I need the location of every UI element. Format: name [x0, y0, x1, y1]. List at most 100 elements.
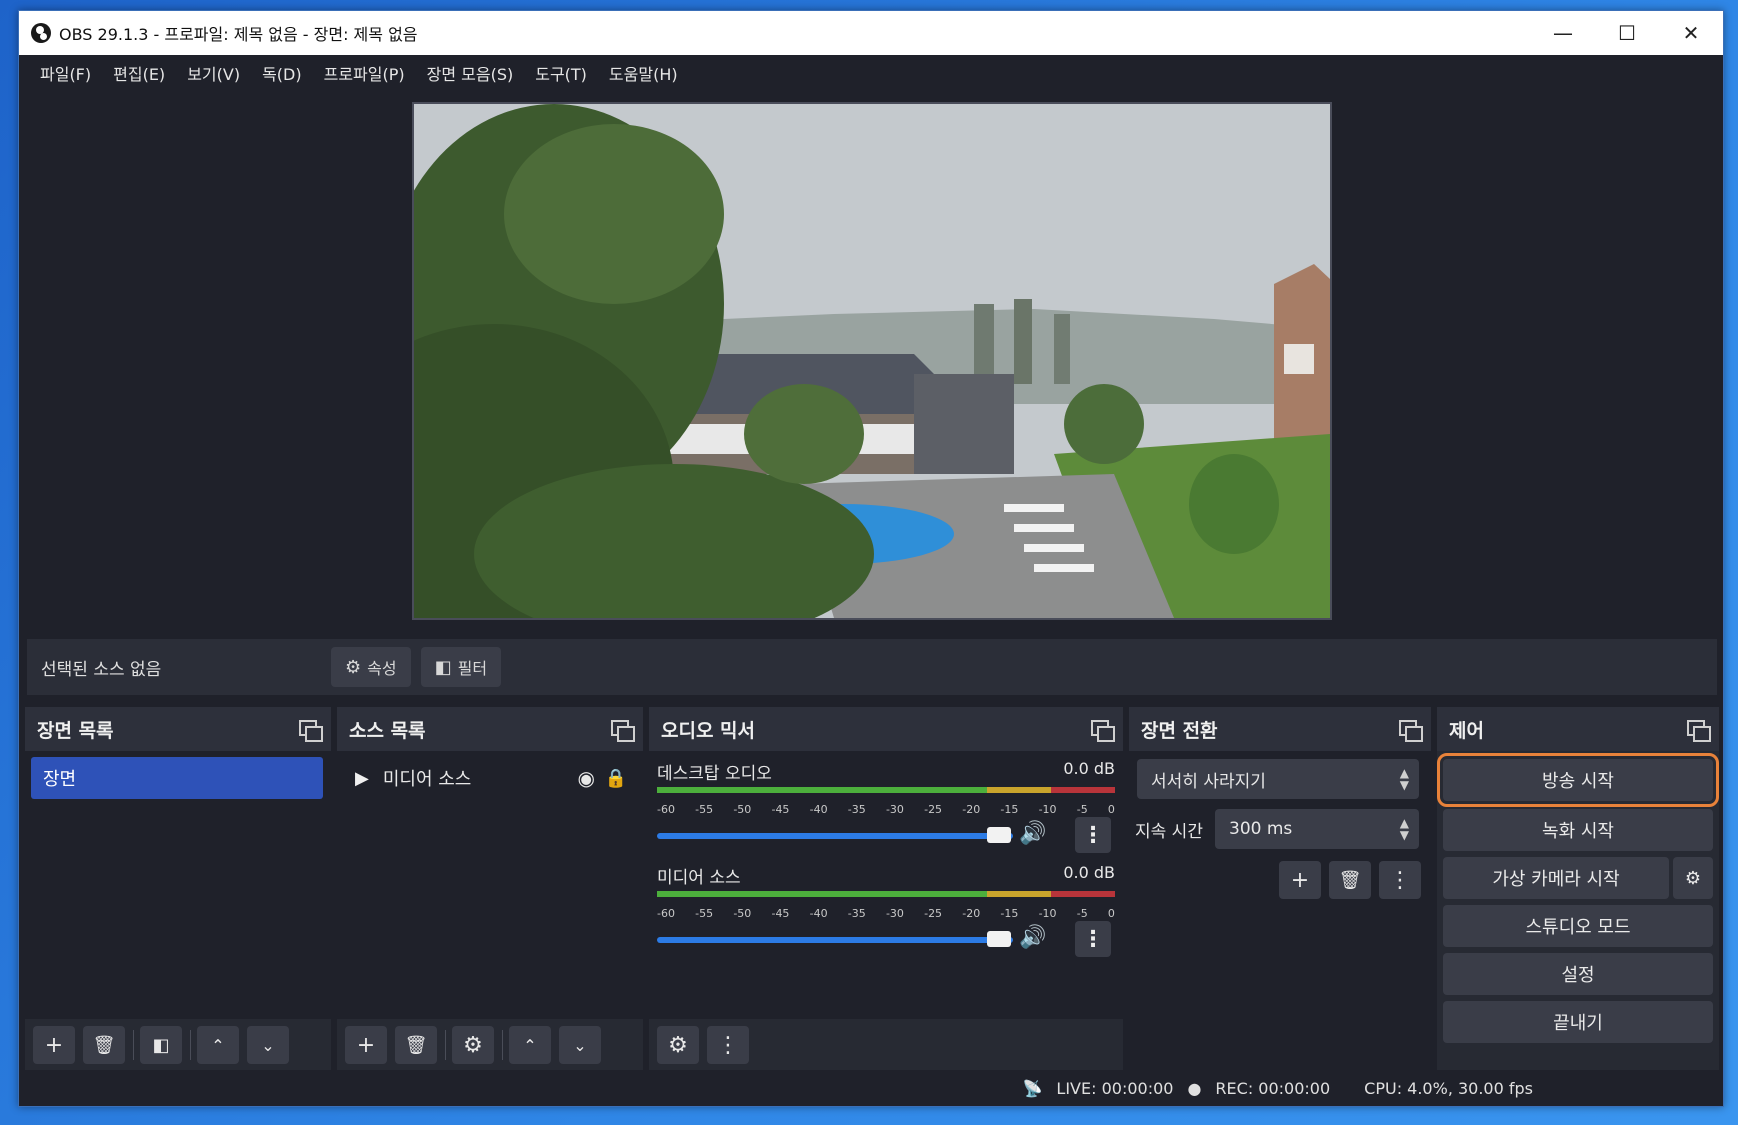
volume-meter	[657, 891, 1115, 897]
move-source-up-button[interactable]: ⌃	[509, 1026, 551, 1064]
preview-image	[414, 104, 1330, 618]
sources-dock: 소스 목록 ▶ 미디어 소스 ◉ 🔒 + 🗑 ⚙ ⌃ ⌄	[337, 707, 643, 1071]
dock-float-icon[interactable]	[1399, 720, 1423, 742]
add-transition-button[interactable]: +	[1279, 861, 1321, 899]
obs-window: OBS 29.1.3 - 프로파일: 제목 없음 - 장면: 제목 없음 — ☐…	[18, 10, 1724, 1107]
move-source-down-button[interactable]: ⌄	[559, 1026, 601, 1064]
menu-bar: 파일(F) 편집(E) 보기(V) 독(D) 프로파일(P) 장면 모음(S) …	[19, 55, 1723, 91]
speaker-icon[interactable]: 🔊	[1019, 821, 1046, 846]
transition-menu-button[interactable]: ⋮	[1379, 861, 1421, 899]
chevron-down-icon: ⌄	[261, 1035, 275, 1055]
menu-tools[interactable]: 도구(T)	[524, 61, 598, 85]
scenes-dock: 장면 목록 장면 + 🗑 ◧ ⌃ ⌄	[25, 707, 331, 1071]
visibility-eye-icon[interactable]: ◉	[578, 766, 595, 790]
scene-transitions-dock: 장면 전환 서서히 사라지기 ▲ ▼ 지속 시간 300 ms ▲ ▼ + 🗑 ⋮	[1129, 707, 1431, 1071]
menu-view[interactable]: 보기(V)	[176, 61, 251, 85]
source-properties-button[interactable]: ⚙	[452, 1026, 494, 1064]
mixer-toolbar: ⚙ ⋮	[649, 1019, 1123, 1071]
duration-value: 300 ms	[1229, 819, 1293, 839]
menu-profile[interactable]: 프로파일(P)	[313, 61, 416, 85]
minimize-button[interactable]: —	[1531, 11, 1595, 55]
source-item-label: 미디어 소스	[382, 769, 472, 790]
dock-float-icon[interactable]	[1687, 720, 1711, 742]
scene-filters-button[interactable]: ◧	[140, 1026, 182, 1064]
volume-slider[interactable]	[657, 937, 1013, 943]
status-bar: 📡 LIVE: 00:00:00 ● REC: 00:00:00 CPU: 4.…	[19, 1070, 1723, 1106]
gear-icon: ⚙	[463, 1032, 483, 1058]
speaker-icon[interactable]: 🔊	[1019, 925, 1046, 950]
add-scene-button[interactable]: +	[33, 1026, 75, 1064]
advanced-audio-button[interactable]: ⚙	[657, 1026, 699, 1064]
remove-scene-button[interactable]: 🗑	[83, 1026, 125, 1064]
mixer-dock-header: 오디오 믹서	[649, 707, 1123, 751]
select-arrows-icon: ▲ ▼	[1399, 766, 1409, 792]
source-context-bar: 선택된 소스 없음 ⚙ 속성 ◧ 필터	[27, 639, 1717, 695]
filters-label: 필터	[457, 659, 488, 678]
cpu-fps-status: CPU: 4.0%, 30.00 fps	[1364, 1078, 1533, 1098]
duration-spinbox[interactable]: 300 ms ▲ ▼	[1215, 809, 1419, 849]
start-virtual-camera-button[interactable]: 가상 카메라 시작	[1443, 857, 1669, 899]
studio-mode-button[interactable]: 스튜디오 모드	[1443, 905, 1713, 947]
trash-icon: 🗑	[404, 1034, 428, 1056]
remove-source-button[interactable]: 🗑	[395, 1026, 437, 1064]
mixer-body: 데스크탑 오디오 0.0 dB -60 -55 -50 -45 -40 -35 -30 -25…	[649, 751, 1123, 1071]
start-recording-button[interactable]: 녹화 시작	[1443, 809, 1713, 851]
transition-select[interactable]: 서서히 사라지기 ▲ ▼	[1137, 759, 1419, 799]
gear-icon: ⚙	[1684, 867, 1702, 889]
virtual-camera-settings-button[interactable]: ⚙	[1673, 857, 1713, 899]
menu-edit[interactable]: 편집(E)	[102, 61, 176, 85]
filter-icon: ◧	[434, 656, 452, 678]
lock-icon[interactable]: 🔒	[605, 768, 627, 789]
channel-menu-button[interactable]: ⋮	[1075, 817, 1111, 853]
channel-name: 데스크탑 오디오	[657, 764, 772, 784]
transitions-body: 서서히 사라지기 ▲ ▼ 지속 시간 300 ms ▲ ▼ + 🗑 ⋮	[1129, 751, 1431, 1071]
close-button[interactable]: ✕	[1659, 11, 1723, 55]
transition-buttons: + 🗑 ⋮	[1279, 861, 1421, 899]
mixer-menu-button[interactable]: ⋮	[707, 1026, 749, 1064]
remove-transition-button[interactable]: 🗑	[1329, 861, 1371, 899]
add-source-button[interactable]: +	[345, 1026, 387, 1064]
filters-button[interactable]: ◧ 필터	[420, 647, 502, 687]
plus-icon: +	[1290, 867, 1310, 893]
gear-icon: ⚙	[345, 656, 362, 678]
window-title: OBS 29.1.3 - 프로파일: 제목 없음 - 장면: 제목 없음	[59, 25, 418, 44]
trash-icon: 🗑	[1338, 869, 1362, 891]
source-item[interactable]: ▶ 미디어 소스 ◉ 🔒	[343, 757, 637, 799]
kebab-menu-icon: ⋮	[1082, 926, 1104, 952]
channel-name: 미디어 소스	[657, 868, 741, 888]
menu-file[interactable]: 파일(F)	[29, 61, 102, 85]
properties-button[interactable]: ⚙ 속성	[331, 647, 411, 687]
transitions-dock-header: 장면 전환	[1129, 707, 1431, 751]
dock-float-icon[interactable]	[299, 720, 323, 742]
move-scene-up-button[interactable]: ⌃	[197, 1026, 239, 1064]
volume-slider[interactable]	[657, 833, 1013, 839]
trash-icon: 🗑	[92, 1034, 116, 1056]
exit-button[interactable]: 끝내기	[1443, 1001, 1713, 1043]
menu-docks[interactable]: 독(D)	[251, 61, 313, 85]
preview-canvas[interactable]	[412, 102, 1332, 620]
menu-scene-collection[interactable]: 장면 모음(S)	[416, 61, 525, 85]
move-scene-down-button[interactable]: ⌄	[247, 1026, 289, 1064]
live-status-icon: 📡	[1022, 1078, 1043, 1098]
scenes-dock-title: 장면 목록	[37, 719, 114, 742]
plus-icon: +	[44, 1032, 64, 1058]
start-streaming-button[interactable]: 방송 시작	[1437, 753, 1719, 807]
maximize-button[interactable]: ☐	[1595, 11, 1659, 55]
mixer-channel-media: 미디어 소스 0.0 dB -60 -55 -50 -45 -40 -35 -30 -25 -2…	[657, 863, 1115, 963]
rec-status-icon: ●	[1187, 1078, 1202, 1098]
scenes-list: 장면 + 🗑 ◧ ⌃ ⌄	[25, 751, 331, 1071]
channel-db: 0.0 dB	[1063, 759, 1115, 778]
spin-arrows-icon[interactable]: ▲ ▼	[1400, 817, 1409, 841]
channel-menu-button[interactable]: ⋮	[1075, 921, 1111, 957]
menu-help[interactable]: 도움말(H)	[598, 61, 689, 85]
volume-slider-handle[interactable]	[987, 931, 1011, 947]
duration-label: 지속 시간	[1135, 822, 1203, 842]
dock-float-icon[interactable]	[1091, 720, 1115, 742]
dock-float-icon[interactable]	[611, 720, 635, 742]
volume-slider-handle[interactable]	[987, 827, 1011, 843]
volume-meter	[657, 787, 1115, 793]
separator	[445, 1030, 446, 1060]
scene-item[interactable]: 장면	[31, 757, 323, 799]
settings-button[interactable]: 설정	[1443, 953, 1713, 995]
transition-select-value: 서서히 사라지기	[1151, 771, 1266, 792]
